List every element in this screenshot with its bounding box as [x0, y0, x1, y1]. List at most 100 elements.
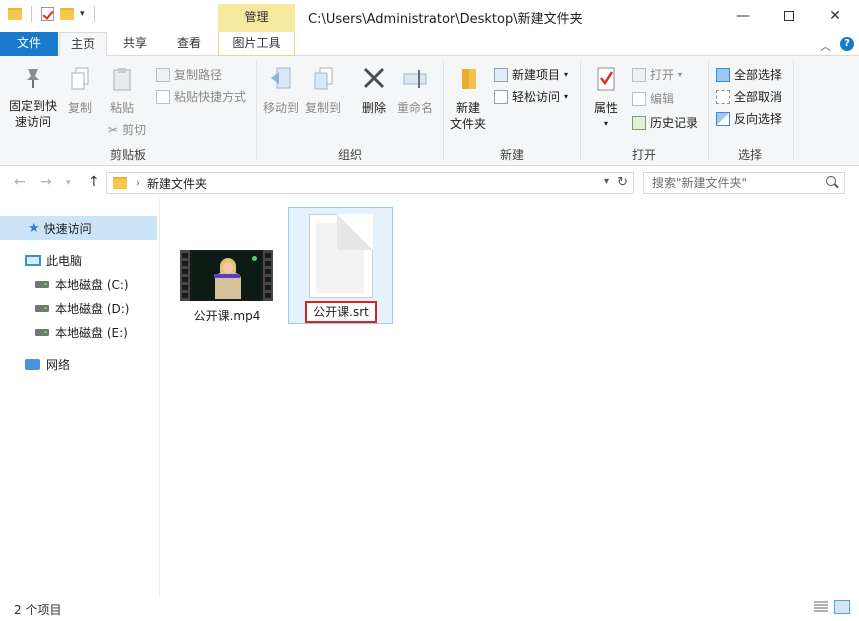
- pin-label-line1: 固定到快: [8, 99, 57, 113]
- invert-selection-button[interactable]: 反向选择: [716, 110, 782, 127]
- tab-picture-tools[interactable]: 图片工具: [218, 32, 295, 56]
- move-to-icon: [271, 67, 291, 89]
- new-item-button[interactable]: 新建项目 ▾: [494, 66, 568, 83]
- file-name: 公开课.mp4: [193, 309, 261, 323]
- new-folder-button[interactable]: 新建 文件夹: [448, 66, 488, 132]
- tab-file[interactable]: 文件: [0, 32, 58, 56]
- minimize-button[interactable]: —: [720, 0, 766, 32]
- properties-button[interactable]: 属性 ▾: [586, 66, 626, 132]
- pin-icon: [27, 69, 39, 88]
- tab-share[interactable]: 共享: [111, 32, 159, 56]
- paste-shortcut-button[interactable]: 粘贴快捷方式: [156, 88, 246, 105]
- group-divider: [580, 60, 581, 160]
- pin-label-line2: 速访问: [14, 115, 51, 129]
- copy-label: 复制: [67, 101, 92, 115]
- details-view-icon[interactable]: [813, 600, 829, 614]
- easy-access-icon: [494, 89, 508, 104]
- up-arrow-icon[interactable]: ↑: [88, 174, 100, 190]
- copy-to-label: 复制到: [304, 101, 341, 115]
- file-item-selected[interactable]: 公开课.srt: [288, 207, 393, 324]
- paste-button[interactable]: 粘贴: [102, 66, 142, 116]
- recent-locations-icon[interactable]: ▾: [66, 178, 71, 188]
- system-drive-icon: [35, 280, 49, 288]
- move-to-label: 移动到: [262, 101, 299, 115]
- easy-access-button[interactable]: 轻松访问 ▾: [494, 88, 568, 105]
- help-icon[interactable]: ?: [840, 37, 854, 51]
- cut-button[interactable]: ✂ 剪切: [108, 121, 146, 138]
- forward-arrow-icon[interactable]: →: [40, 174, 52, 190]
- copy-to-icon: [314, 67, 333, 90]
- nav-item-label: 本地磁盘 (D:): [55, 301, 130, 316]
- new-folder-label-line2: 文件夹: [449, 117, 486, 131]
- quick-access-toolbar: ▾: [8, 6, 98, 22]
- star-icon: ★: [28, 220, 40, 236]
- copy-button[interactable]: 复制: [62, 66, 98, 116]
- search-input[interactable]: 搜索"新建文件夹": [643, 172, 845, 194]
- video-frame: [192, 252, 261, 299]
- cut-label: 剪切: [122, 123, 147, 137]
- group-label-organize: 组织: [337, 148, 362, 162]
- breadcrumb-chevron-icon[interactable]: ›: [136, 178, 140, 189]
- address-bar[interactable]: › 新建文件夹 ▾ ↻: [106, 172, 634, 194]
- open-button[interactable]: 打开 ▾: [632, 66, 682, 83]
- new-folder-label-line1: 新建: [455, 101, 480, 115]
- refresh-icon[interactable]: ↻: [617, 175, 628, 190]
- document-fold: [337, 214, 373, 250]
- nav-item-drive-e[interactable]: 本地磁盘 (E:): [0, 320, 128, 344]
- tab-home[interactable]: 主页: [59, 32, 107, 57]
- close-button[interactable]: ✕: [812, 0, 858, 32]
- address-dropdown-icon[interactable]: ▾: [604, 176, 609, 187]
- new-folder-icon: [462, 69, 476, 89]
- nav-item-label: 网络: [46, 357, 71, 372]
- nav-item-this-pc[interactable]: 此电脑: [0, 248, 82, 272]
- network-icon: [25, 358, 40, 370]
- maximize-button[interactable]: [766, 0, 812, 32]
- customize-toolbar-dropdown-icon[interactable]: ▾: [80, 9, 85, 19]
- paste-label: 粘贴: [109, 101, 134, 115]
- group-divider: [443, 60, 444, 160]
- rename-field[interactable]: 公开课.srt: [305, 301, 377, 323]
- group-label-select: 选择: [737, 148, 762, 162]
- nav-item-drive-c[interactable]: 本地磁盘 (C:): [0, 272, 129, 296]
- group-divider: [708, 60, 709, 160]
- navigation-pane: ★ 快速访问 此电脑 本地磁盘 (C:) 本地磁盘 (D:) 本地磁盘 (E:)…: [0, 198, 160, 598]
- dropdown-arrow-icon: ▾: [564, 70, 569, 79]
- film-strip-right: [263, 250, 273, 301]
- open-icon: [632, 67, 646, 82]
- tab-manage[interactable]: 管理: [218, 4, 295, 32]
- tab-view[interactable]: 查看: [165, 32, 213, 56]
- nav-item-network[interactable]: 网络: [0, 352, 70, 376]
- select-all-label: 全部选择: [734, 68, 783, 82]
- copy-path-label: 复制路径: [174, 68, 223, 82]
- large-icons-view-icon[interactable]: [834, 600, 850, 614]
- nav-item-label: 快速访问: [43, 221, 92, 236]
- nav-item-drive-d[interactable]: 本地磁盘 (D:): [0, 296, 129, 320]
- copy-path-button[interactable]: 复制路径: [156, 66, 222, 83]
- select-none-button[interactable]: 全部取消: [716, 88, 782, 105]
- video-thumbnail: [180, 250, 273, 301]
- dropdown-arrow-icon: ▾: [564, 92, 569, 101]
- delete-x-icon: [363, 67, 385, 89]
- history-button[interactable]: 历史记录: [632, 114, 698, 131]
- collapse-ribbon-icon[interactable]: ︿: [820, 38, 831, 54]
- window-title: C:\Users\Administrator\Desktop\新建文件夹: [308, 12, 583, 27]
- divider: [31, 6, 32, 22]
- copy-to-button[interactable]: 复制到: [302, 66, 344, 116]
- edit-button[interactable]: 编辑: [632, 90, 674, 107]
- rename-button[interactable]: 重命名: [395, 66, 435, 116]
- back-arrow-icon[interactable]: ←: [14, 174, 26, 190]
- drive-icon: [35, 328, 49, 336]
- new-folder-icon[interactable]: [60, 8, 74, 20]
- move-to-button[interactable]: 移动到: [260, 66, 302, 116]
- dropdown-arrow-icon: ▾: [678, 70, 683, 79]
- properties-icon[interactable]: [41, 7, 54, 21]
- thumbnail-figure: [252, 256, 257, 261]
- breadcrumb-current-folder[interactable]: 新建文件夹: [147, 175, 207, 192]
- delete-button[interactable]: 删除: [356, 66, 392, 116]
- nav-item-quick-access[interactable]: ★ 快速访问: [0, 216, 157, 240]
- select-all-button[interactable]: 全部选择: [716, 66, 782, 83]
- new-item-icon: [494, 67, 508, 82]
- nav-item-label: 此电脑: [46, 253, 83, 268]
- pin-to-quick-access-button[interactable]: 固定到快 速访问: [6, 66, 60, 130]
- rename-icon: [403, 70, 427, 88]
